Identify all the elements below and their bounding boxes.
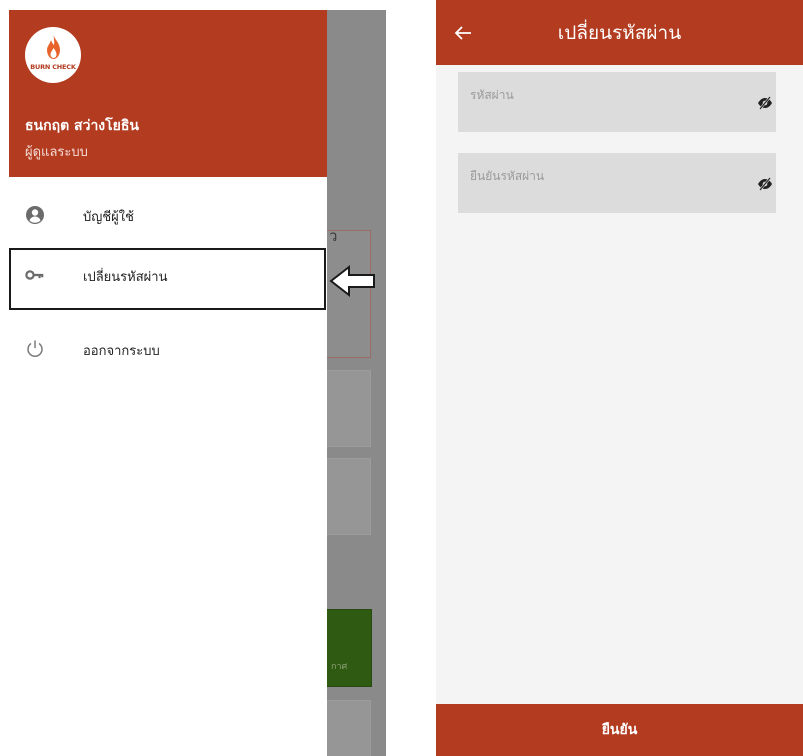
background-green-button-label: กาศ <box>331 662 348 672</box>
menu-item-label: บัญชีผู้ใช้ <box>83 210 134 225</box>
visibility-off-icon[interactable] <box>757 177 773 191</box>
user-role: ผู้ดูแลระบบ <box>25 145 88 160</box>
background-green-button <box>326 609 372 687</box>
confirm-password-input[interactable] <box>468 163 732 189</box>
password-input[interactable] <box>468 82 732 108</box>
password-field <box>458 72 776 132</box>
page-title: เปลี่ยนรหัสผ่าน <box>557 22 682 44</box>
logo-text: BURN CHECK <box>30 63 76 71</box>
right-screen: เปลี่ยนรหัสผ่าน ยืนยัน <box>436 0 803 756</box>
confirm-button[interactable]: ยืนยัน <box>436 704 803 756</box>
background-text-fragment: ว <box>329 227 338 245</box>
visibility-off-icon[interactable] <box>757 96 773 110</box>
left-screen: ว กาศ BURN CHECK ธนกฤต สว่างโยธิน ผู้ดูแ… <box>9 10 386 756</box>
navigation-drawer: BURN CHECK ธนกฤต สว่างโยธิน ผู้ดูแลระบบ … <box>9 10 327 756</box>
highlight-annotation-box <box>9 248 326 310</box>
app-bar: เปลี่ยนรหัสผ่าน <box>436 0 803 65</box>
menu-item-label: ออกจากระบบ <box>83 344 160 359</box>
power-icon <box>27 340 43 357</box>
left-arrow-annotation-icon <box>329 264 375 298</box>
menu-item-account[interactable]: บัญชีผู้ใช้ <box>9 188 327 244</box>
app-logo: BURN CHECK <box>25 27 81 83</box>
menu-item-logout[interactable]: ออกจากระบบ <box>9 322 327 378</box>
account-icon <box>26 206 44 224</box>
flame-icon <box>47 35 60 59</box>
confirm-password-field <box>458 153 776 213</box>
drawer-header: BURN CHECK ธนกฤต สว่างโยธิน ผู้ดูแลระบบ <box>9 10 327 177</box>
user-name: ธนกฤต สว่างโยธิน <box>25 118 139 134</box>
